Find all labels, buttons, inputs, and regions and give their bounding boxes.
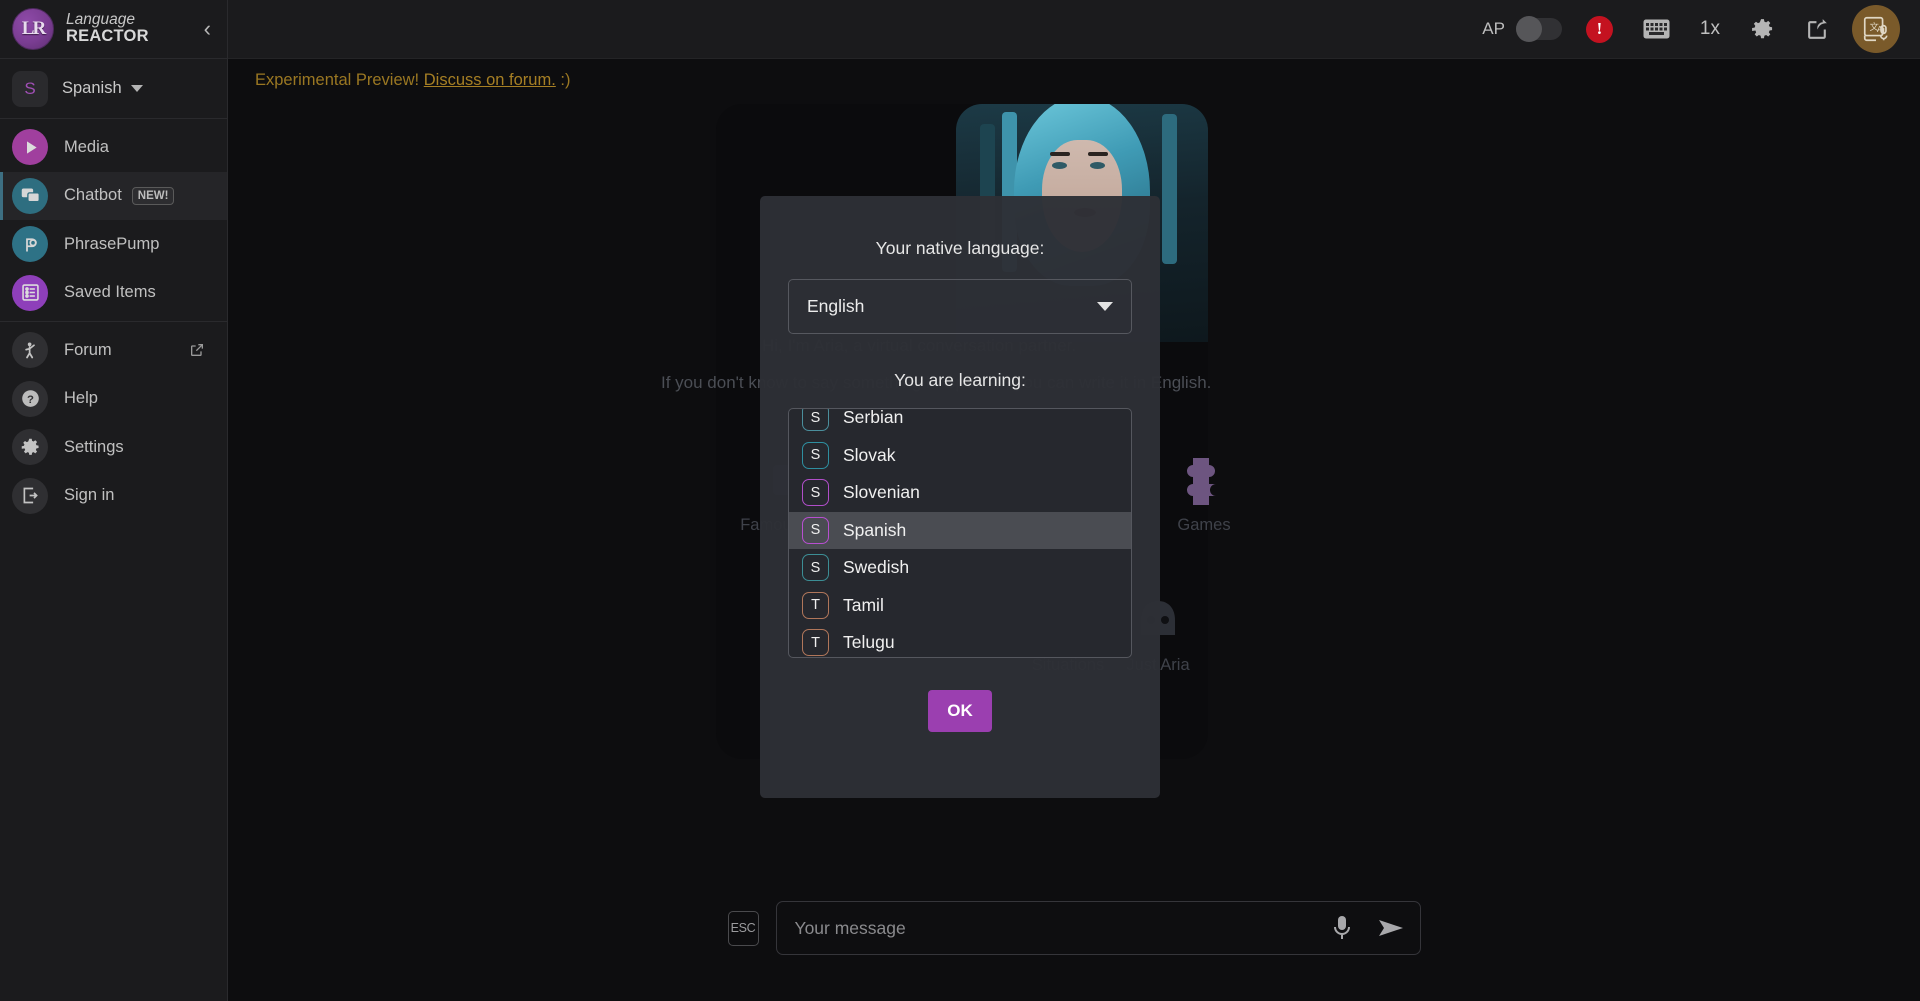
sidebar-item-label: Chatbot bbox=[64, 186, 122, 205]
ok-button[interactable]: OK bbox=[928, 690, 992, 732]
brand-text: Language REACTOR bbox=[66, 11, 149, 46]
language-option-label: Slovak bbox=[843, 444, 896, 465]
language-name: Spanish bbox=[62, 79, 122, 97]
alert-exclamation-icon[interactable]: ! bbox=[1585, 15, 1613, 43]
logo-text: LR bbox=[21, 18, 46, 39]
language-option-chip: S bbox=[802, 479, 829, 507]
language-option[interactable]: S Swedish bbox=[789, 549, 1131, 587]
language-option[interactable]: S Slovenian bbox=[789, 474, 1131, 512]
sidebar-item-forum[interactable]: Forum bbox=[0, 326, 227, 375]
banner-suffix: :) bbox=[560, 71, 571, 89]
native-language-label: Your native language: bbox=[875, 238, 1045, 258]
language-option-chip: S bbox=[802, 516, 829, 544]
sidebar-item-settings[interactable]: Settings bbox=[0, 423, 227, 472]
sidebar-header: LR Language REACTOR ‹ bbox=[0, 0, 227, 59]
chevron-left-icon[interactable]: ‹ bbox=[204, 18, 211, 40]
experimental-preview-banner: Experimental Preview! Discuss on forum. … bbox=[228, 59, 1920, 90]
pump-icon bbox=[12, 226, 48, 263]
sidebar-nav-secondary: Forum ? Help Settings Sign in bbox=[0, 322, 227, 524]
playback-speed-button[interactable]: 1x bbox=[1700, 18, 1720, 40]
language-option-label: Telugu bbox=[843, 632, 895, 653]
brand-line-2: REACTOR bbox=[66, 27, 149, 46]
keyboard-icon[interactable] bbox=[1643, 19, 1670, 39]
language-option-label: Tamil bbox=[843, 594, 884, 615]
send-arrow-icon[interactable] bbox=[1378, 917, 1404, 939]
sidebar-item-label: Settings bbox=[64, 437, 124, 456]
message-input[interactable] bbox=[794, 917, 1318, 939]
svg-text:?: ? bbox=[27, 394, 34, 406]
language-option-chip: S bbox=[802, 441, 829, 469]
language-option-chip: T bbox=[802, 629, 829, 657]
sidebar-item-label: Sign in bbox=[64, 486, 115, 505]
caret-down-icon bbox=[1097, 302, 1113, 311]
top-toolbar: AP ! 1x 文 A bbox=[228, 0, 1920, 59]
share-export-icon[interactable] bbox=[1805, 17, 1830, 42]
language-reactor-logo[interactable]: LR bbox=[12, 8, 54, 50]
sidebar-item-media[interactable]: Media bbox=[0, 123, 227, 172]
question-mark-icon: ? bbox=[12, 380, 48, 417]
language-option-chip: S bbox=[802, 554, 829, 582]
language-option-label: Spanish bbox=[843, 519, 907, 540]
chevron-down-icon[interactable] bbox=[130, 85, 143, 92]
language-option-chip: T bbox=[802, 591, 829, 619]
learning-language-label: You are learning: bbox=[894, 370, 1026, 390]
language-option[interactable]: S Serbian bbox=[789, 408, 1131, 437]
sidebar-item-label: Help bbox=[64, 389, 98, 408]
language-option-label: Slovenian bbox=[843, 482, 920, 503]
language-option-label: Swedish bbox=[843, 557, 910, 578]
external-link-icon bbox=[189, 342, 205, 358]
chat-bubbles-icon bbox=[12, 177, 48, 214]
microphone-icon[interactable] bbox=[1332, 915, 1352, 941]
gear-icon bbox=[12, 429, 48, 466]
native-language-value: English bbox=[807, 296, 865, 316]
native-language-select[interactable]: English bbox=[788, 279, 1132, 334]
sidebar-item-label: Forum bbox=[64, 340, 112, 359]
person-waving-icon bbox=[12, 332, 48, 369]
language-option[interactable]: T Telugu bbox=[789, 624, 1131, 657]
toggle-knob bbox=[1515, 16, 1542, 42]
sidebar-item-sign-in[interactable]: Sign in bbox=[0, 472, 227, 521]
puzzle-piece-icon bbox=[1144, 454, 1264, 510]
sidebar-item-phrasepump[interactable]: PhrasePump bbox=[0, 220, 227, 269]
sidebar-item-label: Saved Items bbox=[64, 283, 156, 302]
sidebar-nav-primary: Media Chatbot NEW! PhrasePump Saved Item… bbox=[0, 119, 227, 322]
sign-in-icon bbox=[12, 477, 48, 514]
gear-icon[interactable] bbox=[1750, 17, 1775, 42]
list-icon bbox=[12, 274, 48, 311]
sidebar-item-chatbot[interactable]: Chatbot NEW! bbox=[0, 171, 227, 220]
message-bar: ESC bbox=[228, 901, 1920, 955]
sidebar-item-saved-items[interactable]: Saved Items bbox=[0, 269, 227, 318]
sidebar-item-label: Media bbox=[64, 137, 109, 156]
language-option[interactable]: T Tamil bbox=[789, 587, 1131, 625]
sidebar-language-selector[interactable]: S Spanish bbox=[0, 59, 227, 119]
ap-toggle[interactable] bbox=[1515, 16, 1562, 42]
tile-games[interactable]: Games bbox=[1144, 454, 1264, 536]
language-chip: S bbox=[12, 70, 48, 107]
status-badge-new: NEW! bbox=[131, 186, 175, 205]
tile-label: Games bbox=[1177, 516, 1231, 534]
sidebar: LR Language REACTOR ‹ S Spanish Media Ch… bbox=[0, 0, 228, 1001]
language-option-chip: S bbox=[802, 409, 829, 432]
language-settings-modal: Your native language: English You are le… bbox=[760, 196, 1160, 798]
discuss-on-forum-link[interactable]: Discuss on forum. bbox=[424, 71, 556, 89]
banner-text: Experimental Preview! bbox=[255, 71, 420, 89]
language-option-label: Serbian bbox=[843, 408, 904, 428]
message-input-container bbox=[775, 901, 1421, 955]
ap-label: AP bbox=[1482, 19, 1505, 38]
translate-avatar-icon[interactable]: 文 A bbox=[1852, 5, 1900, 53]
learning-language-listbox[interactable]: S Serbian S Slovak S Slovenian S Spanish S Swedis… bbox=[788, 408, 1132, 658]
sidebar-item-help[interactable]: ? Help bbox=[0, 375, 227, 424]
language-option[interactable]: S Slovak bbox=[789, 437, 1131, 475]
language-option[interactable]: S Spanish bbox=[789, 511, 1131, 549]
sidebar-item-label: PhrasePump bbox=[64, 234, 160, 253]
esc-key-hint[interactable]: ESC bbox=[727, 910, 759, 946]
play-circle-icon bbox=[12, 129, 48, 166]
brand-line-1: Language bbox=[66, 11, 135, 29]
